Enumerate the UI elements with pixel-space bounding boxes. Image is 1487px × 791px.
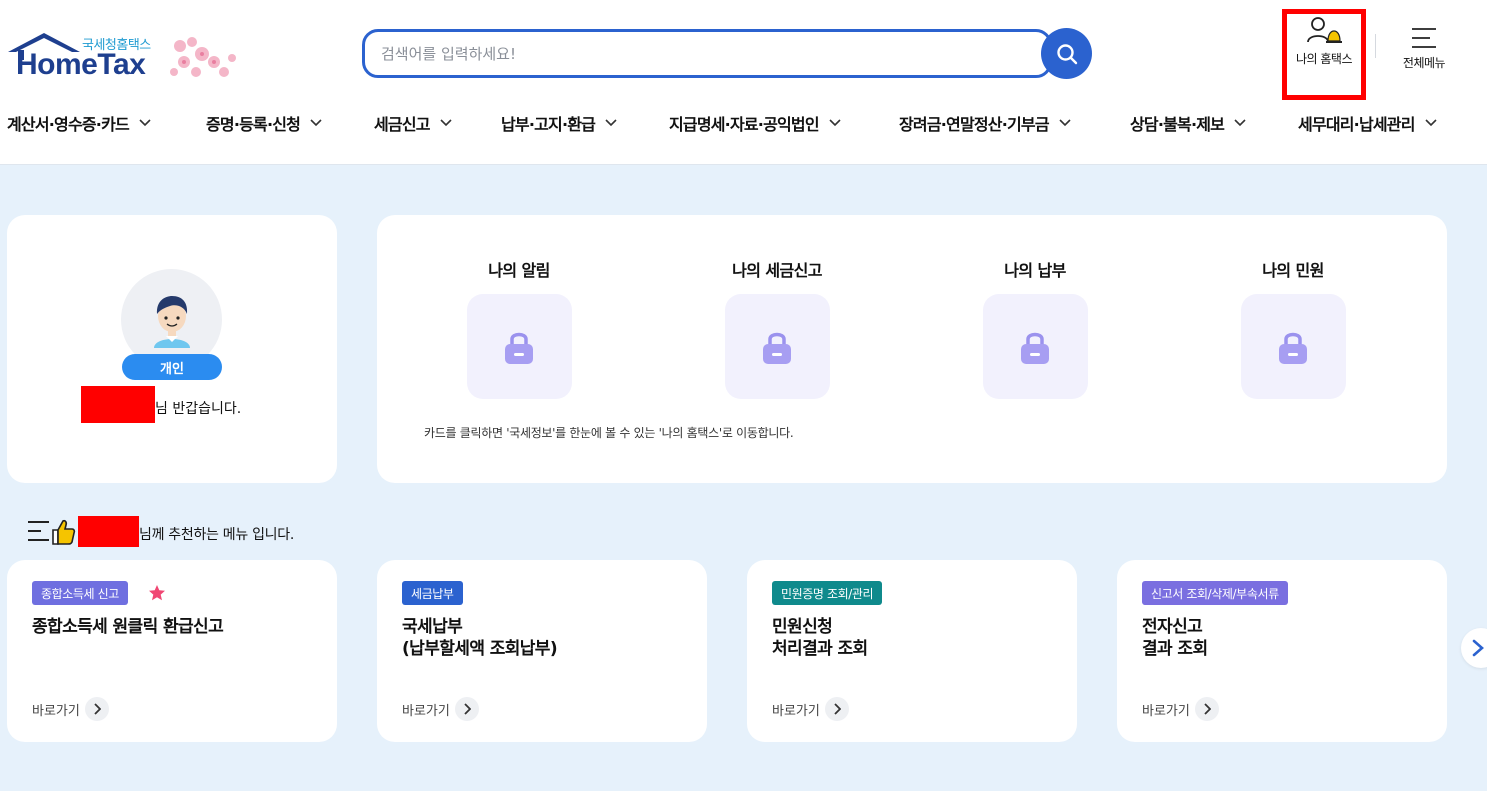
header: 국세청홈택스 HomeTax 나의 홈택스 [0, 0, 1487, 165]
my-hometax-card: 나의 알림 나의 세금신고 나의 납부 나의 민원 카드를 클릭하면 '국세정보… [377, 215, 1447, 483]
profile-card: 개인 님 반갑습니다. [7, 215, 337, 483]
service-tag: 세금납부 [402, 581, 463, 605]
lock-icon [505, 332, 533, 364]
my-item-title: 나의 납부 [1004, 261, 1066, 280]
hamburger-menu-icon [1412, 28, 1436, 48]
chevron-down-icon [310, 119, 322, 127]
my-notification-item[interactable]: 나의 알림 [449, 257, 589, 399]
list-thumbs-up-icon [28, 519, 76, 545]
service-card-civil-petition[interactable]: 민원증명 조회/관리 민원신청 처리결과 조회 바로가기 [747, 560, 1077, 742]
service-title: 국세납부 (납부할세액 조회납부) [402, 617, 558, 659]
nav-item-label: 납부·고지·환급 [501, 115, 596, 134]
my-hometax-label: 나의 홈택스 [1295, 52, 1353, 66]
cherry-blossom-icon [170, 37, 236, 77]
nav-item-label: 지급명세·자료·공익법인 [669, 115, 820, 134]
my-item-box [466, 294, 572, 399]
nav-item-label: 세무대리·납세관리 [1298, 115, 1415, 134]
nav-item-label: 세금신고 [374, 115, 430, 134]
search-icon [1056, 43, 1077, 64]
service-tag: 신고서 조회/삭제/부속서류 [1142, 581, 1288, 605]
search-button[interactable] [1041, 28, 1092, 79]
nav-item-label: 상담·불복·제보 [1130, 115, 1225, 134]
redacted-user-name [81, 386, 155, 423]
nav-item-tax-return[interactable]: 세금신고 [374, 111, 452, 135]
user-bell-icon [1307, 17, 1342, 43]
hometax-logo[interactable]: 국세청홈택스 HomeTax [6, 30, 246, 88]
all-menu-label: 전체메뉴 [1402, 56, 1446, 70]
nav-item-label: 장려금·연말정산·기부금 [899, 115, 1050, 134]
header-divider [1375, 34, 1376, 58]
my-hometax-notice: 카드를 클릭하면 '국세정보'를 한눈에 볼 수 있는 '나의 홈택스'로 이동… [424, 426, 794, 440]
my-civil-petition-item[interactable]: 나의 민원 [1223, 257, 1363, 399]
service-card-e-filing[interactable]: 신고서 조회/삭제/부속서류 전자신고 결과 조회 바로가기 [1117, 560, 1447, 742]
greeting-text: 님 반갑습니다. [155, 401, 242, 417]
my-item-box [1240, 294, 1346, 399]
goto-link[interactable]: 바로가기 [772, 697, 849, 721]
lock-icon [763, 332, 791, 364]
all-menu-button[interactable]: 전체메뉴 [1392, 26, 1456, 86]
search-box [362, 29, 1052, 78]
service-title: 종합소득세 원클릭 환급신고 [32, 617, 224, 637]
chevron-down-icon [829, 119, 841, 127]
nav-item-payment-statement[interactable]: 지급명세·자료·공익법인 [669, 111, 841, 135]
chevron-down-icon [440, 119, 452, 127]
nav-item-tax-agent[interactable]: 세무대리·납세관리 [1298, 111, 1437, 135]
chevron-down-icon [1059, 119, 1071, 127]
nav-item-invoice[interactable]: 계산서·영수증·카드 [7, 111, 151, 135]
recommend-header [27, 515, 77, 549]
my-hometax-button[interactable]: 나의 홈택스 [1282, 9, 1366, 100]
chevron-down-icon [1425, 119, 1437, 127]
my-item-title: 나의 민원 [1262, 261, 1324, 280]
chevron-right-icon [1472, 639, 1484, 657]
service-card-income-tax[interactable]: 종합소득세 신고 종합소득세 원클릭 환급신고 바로가기 [7, 560, 337, 742]
goto-link[interactable]: 바로가기 [402, 697, 479, 721]
goto-label: 바로가기 [402, 703, 450, 719]
goto-label: 바로가기 [772, 703, 820, 719]
chevron-down-icon [605, 119, 617, 127]
nav-item-certificate[interactable]: 증명·등록·신청 [206, 111, 322, 135]
user-avatar-icon [153, 295, 190, 348]
nav-item-label: 계산서·영수증·카드 [7, 115, 130, 134]
nav-item-label: 증명·등록·신청 [206, 115, 301, 134]
star-icon [149, 585, 165, 601]
my-item-box [724, 294, 830, 399]
nav-item-payment[interactable]: 납부·고지·환급 [501, 111, 617, 135]
nav-item-incentive[interactable]: 장려금·연말정산·기부금 [899, 111, 1071, 135]
service-tag: 민원증명 조회/관리 [772, 581, 883, 605]
goto-link[interactable]: 바로가기 [1142, 697, 1219, 721]
goto-link[interactable]: 바로가기 [32, 697, 109, 721]
my-tax-return-item[interactable]: 나의 세금신고 [707, 257, 847, 399]
chevron-right-icon [824, 697, 849, 721]
lock-icon [1279, 332, 1307, 364]
service-tag: 종합소득세 신고 [32, 581, 128, 605]
redacted-user-name [78, 516, 139, 547]
carousel-next-button[interactable] [1461, 628, 1487, 668]
search-input[interactable] [381, 42, 1021, 66]
recommend-text: 님께 추천하는 메뉴 입니다. [139, 527, 294, 543]
my-item-box [982, 294, 1088, 399]
chevron-down-icon [1234, 119, 1246, 127]
goto-label: 바로가기 [32, 703, 80, 719]
my-payment-item[interactable]: 나의 납부 [965, 257, 1105, 399]
chevron-right-icon [454, 697, 479, 721]
my-item-title: 나의 세금신고 [732, 261, 822, 280]
chevron-right-icon [84, 697, 109, 721]
member-type-badge: 개인 [122, 354, 222, 380]
my-item-title: 나의 알림 [488, 261, 550, 280]
service-title: 민원신청 처리결과 조회 [772, 617, 868, 659]
chevron-right-icon [1194, 697, 1219, 721]
global-nav: 계산서·영수증·카드 증명·등록·신청 세금신고 납부·고지·환급 지급명세·자… [0, 111, 1487, 139]
nav-item-consult[interactable]: 상담·불복·제보 [1130, 111, 1246, 135]
goto-label: 바로가기 [1142, 703, 1190, 719]
chevron-down-icon [139, 119, 151, 127]
logo-main-text: HomeTax [16, 48, 146, 81]
service-card-tax-payment[interactable]: 세금납부 국세납부 (납부할세액 조회납부) 바로가기 [377, 560, 707, 742]
service-title: 전자신고 결과 조회 [1142, 617, 1208, 659]
lock-icon [1021, 332, 1049, 364]
